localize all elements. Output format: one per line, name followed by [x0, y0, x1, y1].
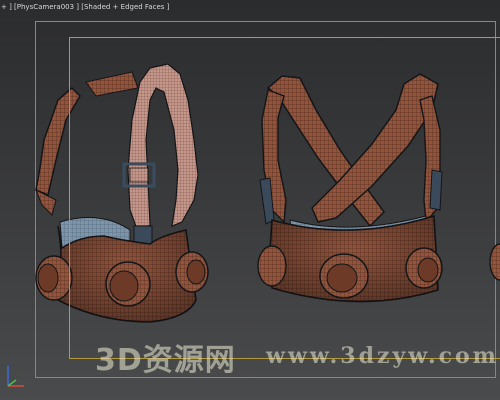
watermark-cn: 3D资源网: [95, 343, 236, 378]
camera-safe-frame: [69, 37, 500, 359]
axis-gizmo-icon: [7, 366, 24, 387]
watermark-url: www.3dzyw.com: [266, 343, 499, 369]
3d-viewport[interactable]: + ] [PhysCamera003 ] [Shaded + Edged Fac…: [0, 0, 500, 400]
